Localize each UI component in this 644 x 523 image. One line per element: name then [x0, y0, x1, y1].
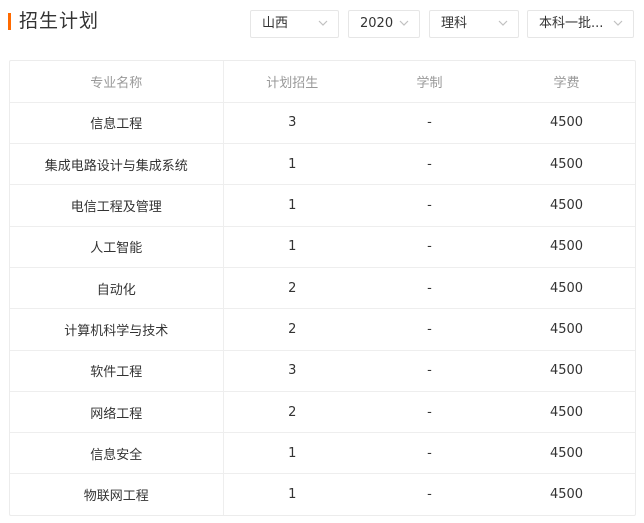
cell-plan-count: 1: [288, 487, 297, 503]
table-row: 信息工程 3-4500: [10, 102, 635, 145]
table-row: 计算机科学与技术 2-4500: [10, 308, 635, 351]
cell-plan-count: 3: [223, 350, 361, 392]
header-duration: 学制: [361, 61, 498, 103]
cell-duration: -: [361, 267, 498, 310]
chevron-down-icon: [318, 19, 328, 27]
cell-major-name: 计算机科学与技术: [10, 308, 224, 351]
cell-plan-count: 1: [223, 226, 361, 268]
cell-tuition: 4500: [498, 350, 635, 392]
table-row: 人工智能 1-4500: [10, 226, 635, 268]
table-row: 物联网工程 1 - 4500: [10, 473, 635, 515]
cell-duration: -: [361, 226, 498, 268]
cell-tuition: 4500: [498, 391, 635, 434]
cell-major-name: 物联网工程: [10, 473, 224, 515]
table-row: 集成电路设计与集成系统 1-4500: [10, 143, 635, 186]
cell-tuition: 4500: [498, 102, 635, 145]
cell-tuition: 4500: [498, 143, 635, 186]
cell-duration: -: [361, 432, 498, 475]
cell-major-name: 网络工程: [10, 391, 224, 434]
cell-duration: -: [361, 143, 498, 186]
table-row: 自动化 2-4500: [10, 267, 635, 310]
cell-plan-count: 1: [223, 143, 361, 186]
header-plan-count: 计划招生: [223, 61, 361, 103]
cell-duration: -: [427, 487, 432, 503]
header-tuition: 学费: [498, 61, 635, 103]
cell-tuition: 4500: [498, 432, 635, 475]
cell-plan-count: 3: [223, 102, 361, 145]
cell-major-name: 人工智能: [10, 226, 224, 268]
section-title: 招生计划: [19, 10, 100, 32]
province-select-value: 山西: [262, 16, 289, 31]
cell-plan-count: 2: [223, 391, 361, 434]
chevron-down-icon: [498, 19, 508, 27]
table-row: 网络工程 2-4500: [10, 391, 635, 434]
title-accent-bar: [8, 13, 11, 30]
table-row: 电信工程及管理 1-4500: [10, 184, 635, 227]
cell-major-name: 信息安全: [10, 432, 224, 475]
cell-tuition: 4500: [498, 267, 635, 310]
header-major: 专业名称: [10, 61, 224, 103]
cell-tuition: 4500: [498, 226, 635, 268]
cell-duration: -: [361, 308, 498, 351]
table-header-row: 专业名称 计划招生 学制 学费: [10, 61, 635, 103]
cell-tuition: 4500: [498, 184, 635, 227]
cell-tuition: 4500: [549, 487, 584, 503]
table-row: 信息安全 1-4500: [10, 432, 635, 475]
chevron-down-icon: [613, 19, 623, 27]
cell-major-name: 电信工程及管理: [10, 184, 224, 227]
cell-major-name: 自动化: [10, 267, 224, 310]
cell-plan-count: 1: [223, 184, 361, 227]
enrollment-plan-table: 专业名称 计划招生 学制 学费 信息工程 3-4500 集成电路设计与集成系统 1-4…: [10, 61, 635, 515]
section-header: 招生计划 山西 2020 理科 本科一批...: [0, 0, 644, 46]
cell-tuition: 4500: [498, 308, 635, 351]
batch-select-value: 本科一批...: [539, 16, 604, 31]
cell-plan-count: 1: [223, 432, 361, 475]
cell-major-name: 软件工程: [10, 350, 224, 392]
cell-plan-count: 2: [223, 267, 361, 310]
table-row: 软件工程 3-4500: [10, 350, 635, 392]
year-select-value: 2020: [360, 16, 394, 31]
cell-duration: -: [361, 184, 498, 227]
subject-select[interactable]: 理科: [429, 10, 519, 38]
cell-duration: -: [361, 102, 498, 145]
chevron-down-icon: [399, 19, 409, 27]
subject-select-value: 理科: [441, 16, 468, 31]
year-select[interactable]: 2020: [348, 10, 420, 38]
cell-major-name: 集成电路设计与集成系统: [10, 143, 224, 186]
batch-select[interactable]: 本科一批...: [527, 10, 634, 38]
cell-major-name: 信息工程: [10, 102, 224, 145]
cell-duration: -: [361, 391, 498, 434]
cell-duration: -: [361, 350, 498, 392]
enrollment-plan-card: 专业名称 计划招生 学制 学费 信息工程 3-4500 集成电路设计与集成系统 1-4…: [9, 60, 636, 516]
province-select[interactable]: 山西: [250, 10, 339, 38]
cell-plan-count: 2: [223, 308, 361, 351]
